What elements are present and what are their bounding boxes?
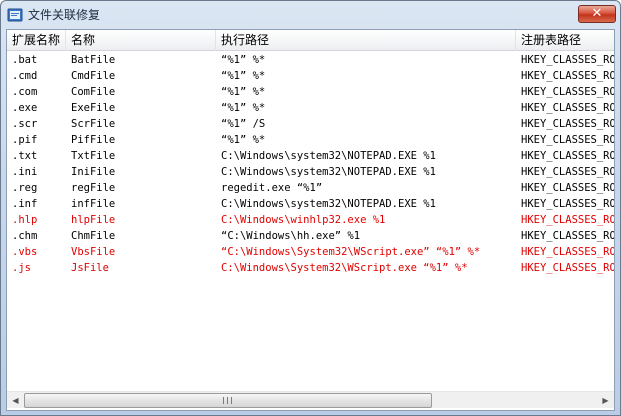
cell-extension: .chm bbox=[12, 230, 38, 242]
cell-name: ComFile bbox=[71, 86, 116, 98]
cell-registry-path: HKEY_CLASSES_ROO bbox=[521, 246, 615, 258]
cell-extension: .scr bbox=[12, 118, 38, 130]
cell-registry-path: HKEY_CLASSES_ROO bbox=[521, 54, 615, 66]
cell-exec-path: C:\Windows\system32\NOTEPAD.EXE %1 bbox=[221, 150, 436, 162]
app-icon bbox=[7, 8, 23, 22]
cell-registry-path: HKEY_CLASSES_ROO bbox=[521, 134, 615, 146]
cell-extension: .reg bbox=[12, 182, 38, 194]
table-row[interactable]: .cmd CmdFile “%1” %* HKEY_CLASSES_ROO bbox=[7, 68, 615, 84]
cell-extension: .vbs bbox=[12, 246, 38, 258]
cell-exec-path: “%1” %* bbox=[221, 102, 266, 114]
cell-exec-path: “%1” %* bbox=[221, 54, 266, 66]
table-row[interactable]: .scr ScrFile “%1” /S HKEY_CLASSES_ROO bbox=[7, 116, 615, 132]
table-row[interactable]: .com ComFile “%1” %* HKEY_CLASSES_ROO bbox=[7, 84, 615, 100]
table-row[interactable]: .reg regFile regedit.exe “%1” HKEY_CLASSES_… bbox=[7, 180, 615, 196]
scrollbar-thumb[interactable] bbox=[24, 393, 432, 408]
cell-extension: .txt bbox=[12, 150, 38, 162]
scroll-right-arrow-icon[interactable]: ▶ bbox=[597, 392, 614, 409]
cell-extension: .js bbox=[12, 262, 31, 274]
cell-name: PifFile bbox=[71, 134, 116, 146]
main-window: 文件关联修复 ✕ 扩展名称 名称 执行路径 注册表路径 .bat BatFile “… bbox=[0, 0, 621, 416]
cell-registry-path: HKEY_CLASSES_ROO bbox=[521, 262, 615, 274]
table-row[interactable]: .exe ExeFile “%1” %* HKEY_CLASSES_ROO bbox=[7, 100, 615, 116]
table-row[interactable]: .js JsFile C:\Windows\System32\WScript.exe… bbox=[7, 260, 615, 276]
scroll-left-arrow-icon[interactable]: ◀ bbox=[7, 392, 24, 409]
cell-exec-path: C:\Windows\winhlp32.exe %1 bbox=[221, 214, 386, 226]
column-header-registry-path[interactable]: 注册表路径 bbox=[516, 30, 614, 51]
cell-extension: .exe bbox=[12, 102, 38, 114]
cell-extension: .pif bbox=[12, 134, 38, 146]
horizontal-scrollbar[interactable]: ◀ ▶ bbox=[7, 391, 614, 408]
table-row[interactable]: .pif PifFile “%1” %* HKEY_CLASSES_ROO bbox=[7, 132, 615, 148]
table-row[interactable]: .hlp hlpFile C:\Windows\winhlp32.exe %1 HKE… bbox=[7, 212, 615, 228]
scrollbar-grip-icon bbox=[223, 397, 232, 404]
list-header: 扩展名称 名称 执行路径 注册表路径 bbox=[7, 30, 614, 51]
cell-registry-path: HKEY_CLASSES_ROO bbox=[521, 150, 615, 162]
column-header-extension[interactable]: 扩展名称 bbox=[7, 30, 66, 51]
cell-name: ExeFile bbox=[71, 102, 116, 114]
table-row[interactable]: .vbs VbsFile “C:\Windows\System32\WScript.… bbox=[7, 244, 615, 260]
cell-name: ChmFile bbox=[71, 230, 116, 242]
table-row[interactable]: .chm ChmFile “C:\Windows\hh.exe” %1 HKEY_CL… bbox=[7, 228, 615, 244]
cell-registry-path: HKEY_CLASSES_ROO bbox=[521, 214, 615, 226]
cell-exec-path: C:\Windows\system32\NOTEPAD.EXE %1 bbox=[221, 166, 436, 178]
cell-name: IniFile bbox=[71, 166, 116, 178]
cell-extension: .hlp bbox=[12, 214, 38, 226]
cell-name: BatFile bbox=[71, 54, 116, 66]
cell-exec-path: regedit.exe “%1” bbox=[221, 182, 323, 194]
table-row[interactable]: .txt TxtFile C:\Windows\system32\NOTEPAD.E… bbox=[7, 148, 615, 164]
cell-extension: .com bbox=[12, 86, 38, 98]
cell-extension: .bat bbox=[12, 54, 38, 66]
cell-exec-path: “%1” %* bbox=[221, 134, 266, 146]
cell-registry-path: HKEY_CLASSES_ROO bbox=[521, 102, 615, 114]
cell-exec-path: “C:\Windows\hh.exe” %1 bbox=[221, 230, 361, 242]
cell-name: TxtFile bbox=[71, 150, 116, 162]
cell-name: JsFile bbox=[71, 262, 109, 274]
table-row[interactable]: .bat BatFile “%1” %* HKEY_CLASSES_ROO bbox=[7, 52, 615, 68]
list-view[interactable]: 扩展名称 名称 执行路径 注册表路径 .bat BatFile “%1” %* HKE… bbox=[6, 29, 615, 411]
cell-registry-path: HKEY_CLASSES_ROO bbox=[521, 118, 615, 130]
cell-exec-path: “%1” /S bbox=[221, 118, 266, 130]
table-row[interactable]: .ini IniFile C:\Windows\system32\NOTEPAD.E… bbox=[7, 164, 615, 180]
title-bar[interactable]: 文件关联修复 ✕ bbox=[1, 1, 620, 29]
cell-extension: .cmd bbox=[12, 70, 38, 82]
cell-exec-path: “C:\Windows\System32\WScript.exe” “%1” %… bbox=[221, 246, 481, 258]
cell-extension: .inf bbox=[12, 198, 38, 210]
cell-name: VbsFile bbox=[71, 246, 116, 258]
window-title: 文件关联修复 bbox=[28, 8, 101, 22]
cell-exec-path: C:\Windows\System32\WScript.exe “%1” %* bbox=[221, 262, 468, 274]
column-header-name[interactable]: 名称 bbox=[66, 30, 216, 51]
cell-registry-path: HKEY_CLASSES_ROO bbox=[521, 70, 615, 82]
cell-name: regFile bbox=[71, 182, 116, 194]
cell-exec-path: “%1” %* bbox=[221, 70, 266, 82]
cell-exec-path: C:\Windows\system32\NOTEPAD.EXE %1 bbox=[221, 198, 436, 210]
cell-registry-path: HKEY_CLASSES_ROO bbox=[521, 86, 615, 98]
close-button[interactable]: ✕ bbox=[578, 5, 616, 23]
table-row[interactable]: .inf infFile C:\Windows\system32\NOTEPAD.E… bbox=[7, 196, 615, 212]
cell-registry-path: HKEY_CLASSES_ROO bbox=[521, 198, 615, 210]
cell-registry-path: HKEY_CLASSES_ROO bbox=[521, 166, 615, 178]
list-rows: .bat BatFile “%1” %* HKEY_CLASSES_ROO .cmd Cm… bbox=[7, 52, 615, 276]
cell-name: CmdFile bbox=[71, 70, 116, 82]
cell-name: hlpFile bbox=[71, 214, 116, 226]
cell-name: infFile bbox=[71, 198, 116, 210]
cell-extension: .ini bbox=[12, 166, 38, 178]
column-header-exec-path[interactable]: 执行路径 bbox=[216, 30, 516, 51]
cell-name: ScrFile bbox=[71, 118, 116, 130]
cell-exec-path: “%1” %* bbox=[221, 86, 266, 98]
close-icon: ✕ bbox=[591, 6, 603, 21]
cell-registry-path: HKEY_CLASSES_ROO bbox=[521, 230, 615, 242]
cell-registry-path: HKEY_CLASSES_ROO bbox=[521, 182, 615, 194]
